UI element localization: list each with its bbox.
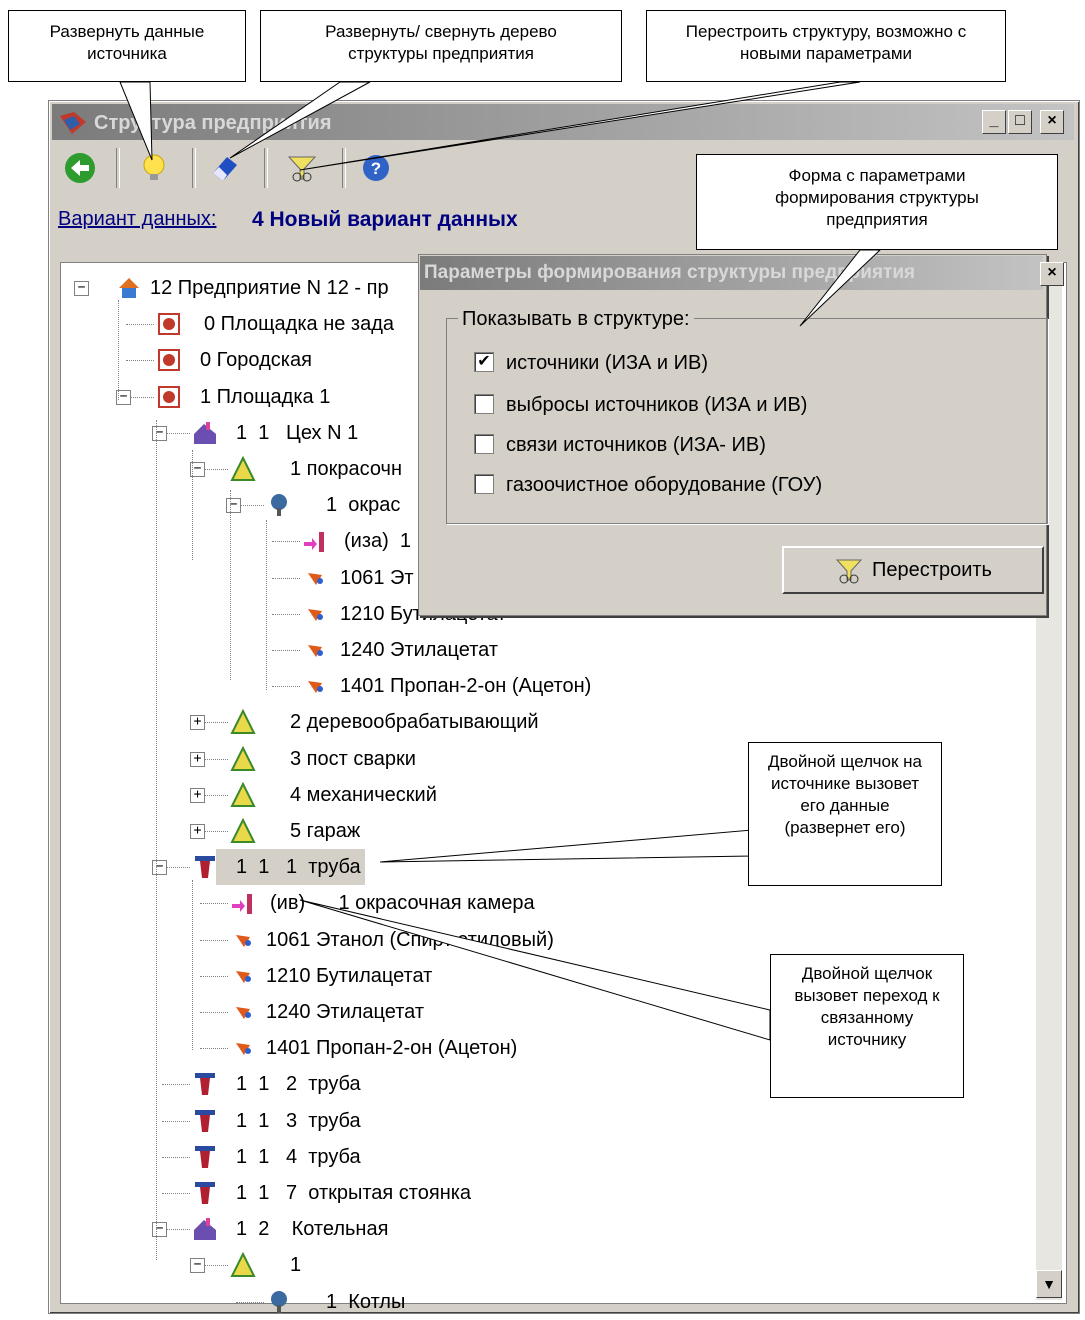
callout-pointer-tree [229, 81, 371, 159]
callout-pointer-link [299, 899, 771, 1041]
callout-double-click-source: Двойной щелчок на источнике вызовет его … [748, 742, 942, 886]
callout-pointer-source [379, 829, 753, 863]
callout-expand-source: Развернуть данные источника [8, 10, 246, 82]
callout-toggle-tree: Развернуть/ свернуть дерево структуры пр… [260, 10, 622, 82]
callout-rebuild: Перестроить структуру, возможно с новыми… [646, 10, 1006, 82]
callout-pointer-expand [119, 81, 153, 161]
callout-params-form: Форма с параметрами формирования структу… [696, 154, 1058, 250]
callout-pointer-form [799, 249, 882, 327]
callout-double-click-link: Двойной щелчок вызовет переход к связанн… [770, 954, 964, 1098]
